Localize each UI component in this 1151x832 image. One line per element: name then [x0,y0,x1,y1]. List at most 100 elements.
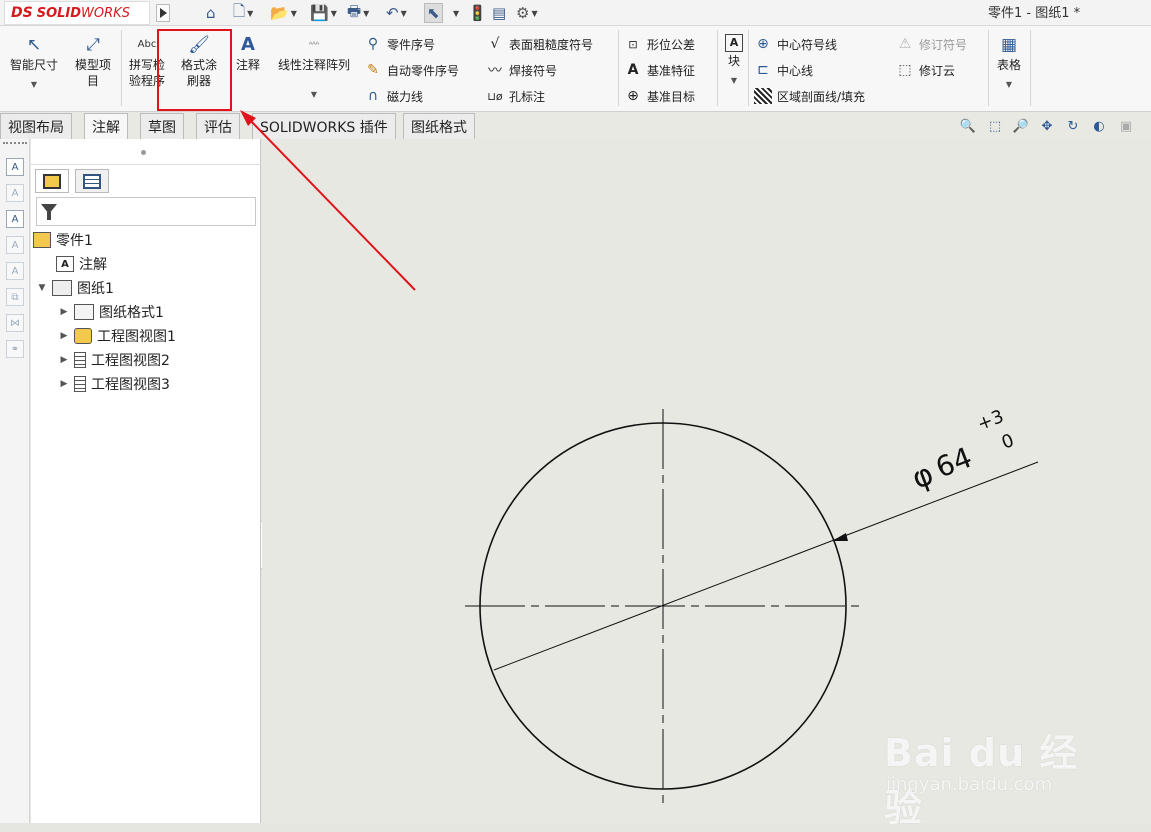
new-document-icon[interactable]: 🗋 ▼ [233,2,253,23]
print-icon[interactable]: 🖶 ▼ [347,2,369,23]
balloon-button[interactable]: ⚲ 零件序号 [364,33,435,55]
note-button[interactable]: A 注释 [232,34,264,73]
link-icon[interactable]: ⚭ [6,340,24,358]
file-properties-icon[interactable]: ▤ [492,3,506,23]
drawing-sheet-canvas[interactable]: φ 64 +3 0 [262,139,1151,823]
chevron-down-icon[interactable]: ▼ [363,9,369,18]
tree-item-sheet[interactable]: ▼ 图纸1 [36,277,114,299]
dimension-value: 64 [931,441,976,485]
smart-dimension-button[interactable]: ↖ 智能尺寸 ▼ [6,34,62,93]
hole-callout-button[interactable]: ⊔ø 孔标注 [486,85,545,107]
zoom-in-out-icon[interactable]: 🔎 [1012,117,1030,135]
auto-balloon-button[interactable]: ✎ 自动零件序号 [364,59,459,81]
centerline-button[interactable]: ⊏ 中心线 [754,59,813,81]
projected-view-icon [74,376,86,392]
chevron-down-icon[interactable]: ▼ [1006,77,1012,93]
note-format-icon[interactable]: A [6,262,24,280]
property-manager-tab[interactable] [75,169,109,193]
revision-cloud-button[interactable]: ⬚ 修订云 [896,59,955,81]
magnetic-line-button[interactable]: ∩ 磁力线 [364,85,423,107]
tree-filter-input[interactable] [36,197,256,226]
copy-format-icon[interactable]: ⧉ [6,288,24,306]
datum-target-icon: ⊕ [627,88,639,104]
toolbar-grip[interactable] [3,142,27,144]
revision-cloud-icon: ⬚ [898,62,912,78]
block-icon: A [725,34,743,52]
weld-symbol-button[interactable]: 〰焊接符号 [486,59,557,81]
note-edit-icon[interactable]: A [6,184,24,202]
tab-solidworks-addins[interactable]: SOLIDWORKS 插件 [252,113,396,139]
dimension-layout-icon[interactable]: ⋈ [6,314,24,332]
diameter-dimension-line[interactable] [493,461,1039,671]
command-tabs: 视图布局 注解 草图 评估 SOLIDWORKS 插件 图纸格式 [0,112,1151,140]
spell-checker-button[interactable]: Abc 拼写检 验程序 [124,34,170,89]
model-view-icon [74,328,92,344]
datum-feature-button[interactable]: A 基准特征 [624,59,695,81]
chevron-down-icon[interactable]: ▼ [451,3,459,23]
chevron-down-icon[interactable]: ▼ [731,73,737,89]
note-insert-icon[interactable]: A [6,210,24,228]
tree-item-sheet-format[interactable]: ▶ 图纸格式1 [58,301,164,323]
chevron-down-icon[interactable]: ▼ [291,9,297,18]
expand-menu-arrow-icon[interactable] [156,4,170,22]
open-folder-icon[interactable]: 📂 ▼ [270,3,297,23]
lower-tolerance: 0 [999,430,1017,454]
geometric-tolerance-button[interactable]: ⊡ 形位公差 [624,33,695,55]
collapse-arrow-icon[interactable]: ▼ [36,283,48,293]
zoom-to-fit-icon[interactable]: 🔍 [959,117,977,135]
view-orientation-icon[interactable]: ▣ [1117,117,1135,135]
format-painter-button[interactable]: 🖌 格式涂 刷器 [174,34,224,89]
diameter-dimension[interactable]: φ 64 +3 0 [900,406,1020,497]
zoom-to-area-icon[interactable]: ⬚ [986,117,1004,135]
ribbon-separator [121,30,122,106]
tab-evaluate[interactable]: 评估 [196,113,240,139]
rebuild-traffic-light-icon[interactable]: 🚦 [468,3,487,23]
display-settings-icon[interactable]: ◐ [1090,117,1108,135]
blocks-button[interactable]: A 块 ▼ [722,34,746,89]
model-items-button[interactable]: ⤢ 模型项 目 [67,34,119,89]
tree-item-drawing-view-2[interactable]: ▶ 工程图视图2 [58,349,170,371]
tree-item-part[interactable]: 零件1 [33,229,93,251]
tree-item-drawing-view-1[interactable]: ▶ 工程图视图1 [58,325,176,347]
home-icon[interactable]: ⌂ [206,3,216,23]
note-align-icon[interactable]: A [6,236,24,254]
tree-item-annotations[interactable]: A 注解 [56,253,107,275]
surface-finish-button[interactable]: √ 表面粗糙度符号 [486,33,593,55]
tables-button[interactable]: ▦ 表格 ▼ [992,34,1026,93]
ribbon-separator [1030,30,1031,106]
chevron-down-icon[interactable]: ▼ [401,9,407,18]
linear-note-pattern-button[interactable]: ᴬᴬᴬ 线性注释阵列 ▼ [270,34,358,103]
rotate-view-icon[interactable]: ↻ [1064,117,1082,135]
sheet-format-icon [74,304,94,320]
expand-arrow-icon[interactable]: ▶ [58,355,70,365]
expand-arrow-icon[interactable]: ▶ [58,307,70,317]
tab-sheet-format[interactable]: 图纸格式 [403,113,475,139]
panel-grip[interactable] [141,150,146,155]
tab-sketch[interactable]: 草图 [140,113,184,139]
projected-view-icon [74,352,86,368]
select-pointer-icon[interactable]: ⬉ [424,3,443,23]
center-mark-button[interactable]: ⊕ 中心符号线 [754,33,837,55]
save-icon[interactable]: 💾 ▼ [310,3,337,23]
solidworks-logo[interactable]: DS SOLID WORKS [4,1,150,25]
options-gear-icon[interactable]: ⚙ ▼ [516,3,538,23]
expand-arrow-icon[interactable]: ▶ [58,331,70,341]
feature-manager-tab[interactable] [35,169,69,193]
expand-arrow-icon[interactable]: ▶ [58,379,70,389]
datum-target-button[interactable]: ⊕ 基准目标 [624,85,695,107]
area-hatch-button[interactable]: 区域剖面线/填充 [754,85,865,107]
pan-icon[interactable]: ✥ [1038,117,1056,135]
undo-icon[interactable]: ↶ ▼ [386,3,407,23]
tree-item-drawing-view-3[interactable]: ▶ 工程图视图3 [58,373,170,395]
chevron-down-icon[interactable]: ▼ [31,77,37,93]
revision-symbol-button[interactable]: ⚠ 修订符号 [896,33,967,55]
chevron-down-icon[interactable]: ▼ [247,9,253,18]
note-icon[interactable]: A [6,158,24,176]
drawing-view[interactable]: φ 64 +3 0 [262,139,1151,823]
chevron-down-icon[interactable]: ▼ [531,9,537,18]
chevron-down-icon[interactable]: ▼ [311,87,317,103]
tab-view-layout[interactable]: 视图布局 [0,113,72,139]
filter-funnel-icon [41,204,57,220]
tab-annotation[interactable]: 注解 [84,113,128,140]
chevron-down-icon[interactable]: ▼ [331,9,337,18]
